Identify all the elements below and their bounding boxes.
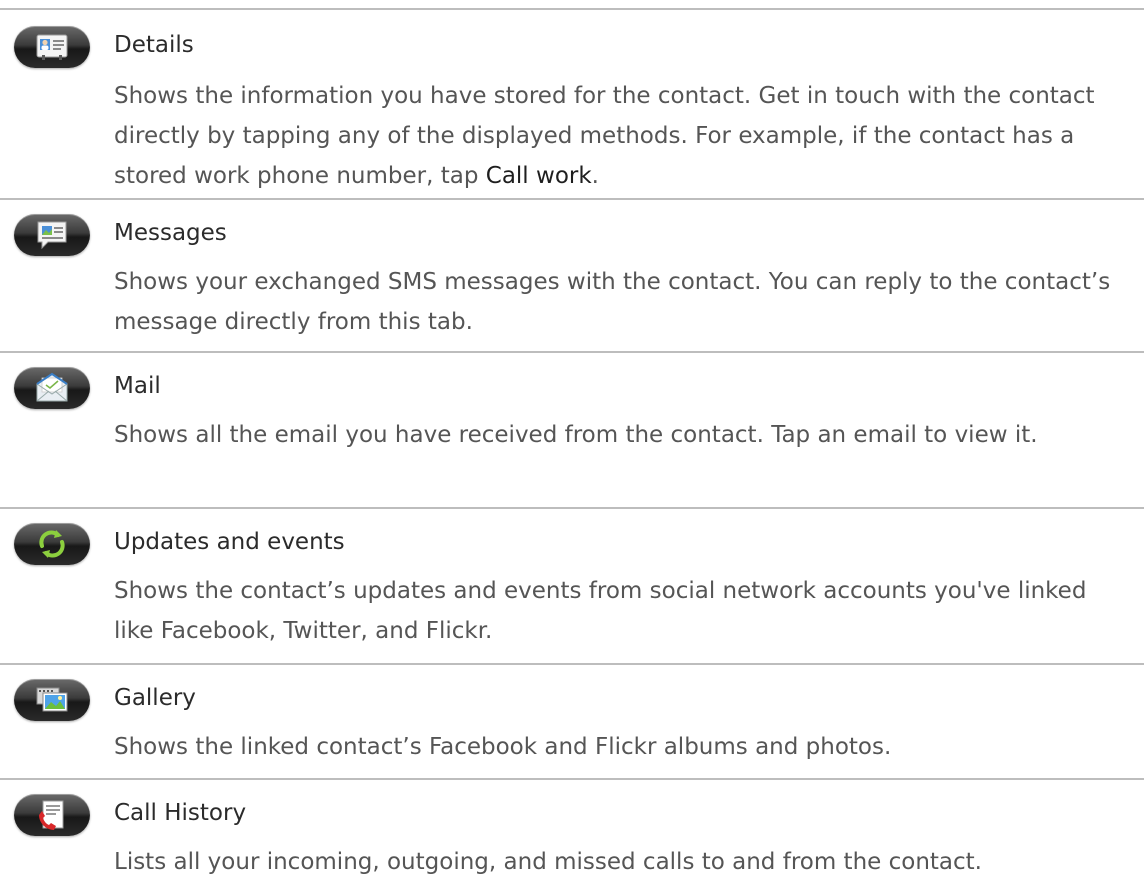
entry-description: Lists all your incoming, outgoing, and m… — [114, 849, 982, 875]
call-work-label: Call work — [485, 163, 592, 189]
divider — [0, 778, 1144, 780]
entry-title: Gallery — [114, 685, 196, 711]
entry-description: Shows the linked contact’s Facebook and … — [114, 734, 892, 760]
contact-card-icon — [14, 26, 90, 68]
entry-title: Details — [114, 32, 194, 58]
messages-icon — [14, 214, 90, 256]
divider — [0, 198, 1144, 200]
entry-description: Shows the information you have stored fo… — [114, 83, 1095, 189]
entry-description: Shows the contact’s updates and events f… — [114, 578, 1087, 644]
gallery-icon — [14, 679, 90, 721]
call-history-icon — [14, 794, 90, 836]
entry-title: Messages — [114, 220, 227, 246]
mail-icon — [14, 367, 90, 409]
divider — [0, 351, 1144, 353]
entry-description: Shows your exchanged SMS messages with t… — [114, 269, 1111, 335]
divider — [0, 663, 1144, 665]
entry-title: Call History — [114, 800, 247, 826]
entry-title: Updates and events — [114, 529, 345, 555]
updates-refresh-icon — [14, 523, 90, 565]
divider — [0, 507, 1144, 509]
entry-description: Shows all the email you have received fr… — [114, 422, 1038, 448]
divider — [0, 8, 1144, 10]
entry-title: Mail — [114, 373, 161, 399]
